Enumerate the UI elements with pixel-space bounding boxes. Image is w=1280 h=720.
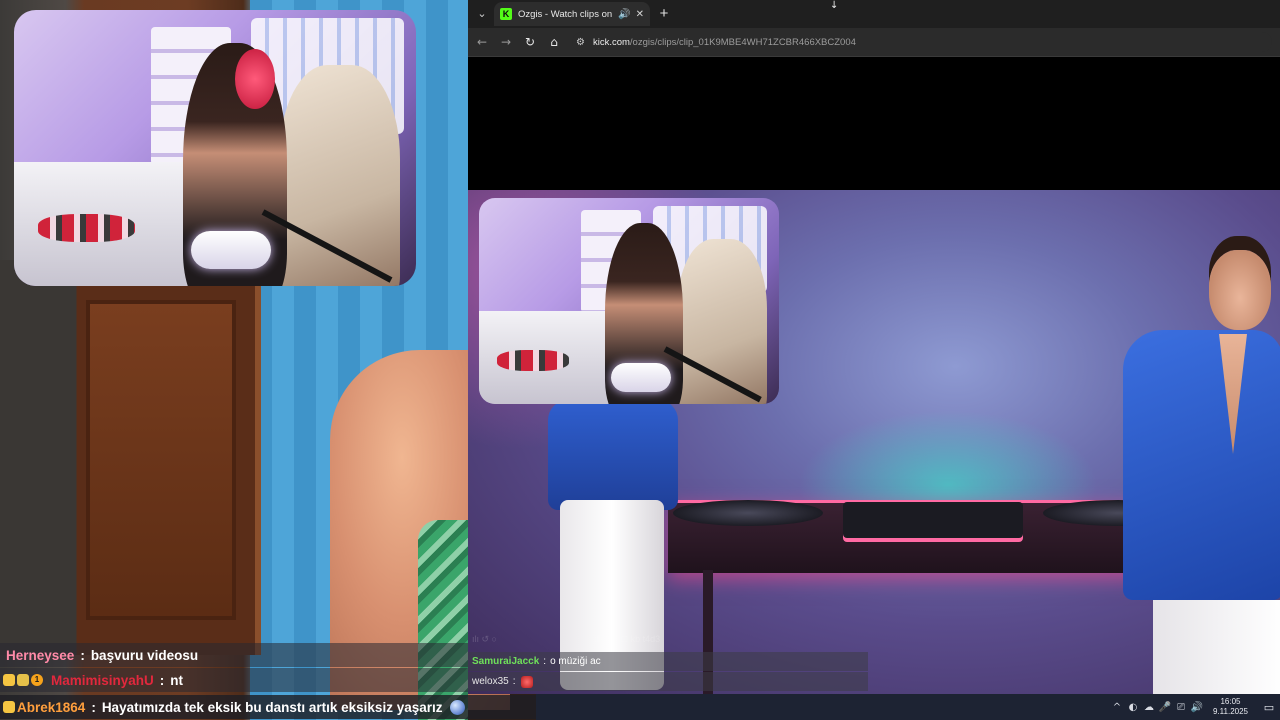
clip-streamer-webcam: [479, 198, 779, 404]
chat-message: Abrek1864 : Hayatımızda tek eksik bu dan…: [0, 695, 536, 719]
windows-taskbar: ^ ◐ ☁ 🎤 ⎚ 🔊 16:05 9.11.2025 ▭: [536, 694, 1280, 720]
chat-username: Abrek1864: [17, 699, 86, 715]
screen: ⌄ K Ozgis - Watch clips on Kick 🔊 ✕ + ↓ …: [0, 0, 1280, 720]
door-panel: [86, 300, 236, 620]
chat-username: Herneysee: [6, 647, 75, 663]
gift-badge-icon: [3, 701, 15, 713]
volume-icon[interactable]: 🔊: [1189, 702, 1205, 713]
url-path: /ozgis/clips/clip_01K9MBE4WH71ZCBR466XBC…: [629, 36, 856, 48]
speaker-icon[interactable]: 🔊: [618, 9, 630, 20]
desk-items: [497, 350, 569, 372]
desk-items: [38, 214, 135, 242]
faded-chat-text: dkk ⊡ ⊡ kb t4d3: [594, 634, 661, 644]
streamer-webcam: [14, 10, 416, 286]
cloud-icon[interactable]: ☁: [1141, 702, 1157, 713]
microphone: [611, 362, 671, 392]
system-tray: ^ ◐ ☁ 🎤 ⎚ 🔊 16:05 9.11.2025 ▭: [1109, 694, 1280, 720]
chat-text: nt: [170, 672, 184, 688]
kick-favicon-icon: K: [500, 8, 512, 20]
chat-message: 1 MamimisinyahU : nt: [0, 668, 468, 692]
stream-chat-overlay: Herneysee : başvuru videosu 1 Mamimisiny…: [0, 642, 536, 720]
turntable-left: [673, 500, 823, 526]
url-domain: kick.com: [592, 36, 630, 48]
browser-window: ⌄ K Ozgis - Watch clips on Kick 🔊 ✕ + ↓ …: [468, 0, 1280, 190]
back-button[interactable]: ←: [472, 32, 492, 52]
reload-button[interactable]: ↻: [520, 32, 540, 52]
clock-date: 9.11.2025: [1213, 707, 1248, 716]
address-bar[interactable]: ⚙ kick.com/ozgis/clips/clip_01K9MBE4WH71…: [572, 32, 1272, 52]
home-button[interactable]: ⌂: [544, 32, 564, 52]
blue-shirt: [1123, 330, 1280, 600]
chat-message: Herneysee : başvuru videosu: [0, 643, 468, 667]
forward-button[interactable]: →: [496, 32, 516, 52]
microphone-icon[interactable]: 🎤: [1157, 702, 1173, 713]
subscriber-badge-icon: 1: [31, 674, 43, 686]
dancer-right: [1123, 230, 1280, 694]
url-text: kick.com/ozgis/clips/clip_01K9MBE4WH71ZC…: [593, 37, 856, 48]
crown-badge-icon: [17, 674, 29, 686]
tab-kick-clip[interactable]: K Ozgis - Watch clips on Kick 🔊 ✕: [494, 2, 650, 26]
dj-mixer: [843, 502, 1023, 542]
close-tab-icon[interactable]: ✕: [636, 9, 644, 20]
chat-username: MamimisinyahU: [51, 672, 154, 688]
site-info-icon[interactable]: ⚙: [576, 37, 585, 48]
blue-shirt: [548, 400, 678, 510]
white-pants: [1153, 600, 1280, 694]
tab-title: Ozgis - Watch clips on Kick: [518, 8, 613, 20]
show-hidden-icons-icon[interactable]: ^: [1109, 702, 1125, 713]
microphone: [190, 230, 272, 270]
tab-search-dropdown-icon[interactable]: ⌄: [472, 4, 492, 24]
new-tab-button[interactable]: +: [654, 4, 674, 24]
chat-text: o müziği ac: [550, 656, 601, 667]
app-tray-icon[interactable]: ◐: [1125, 702, 1141, 713]
gift-badge-icon: [3, 674, 15, 686]
notifications-icon[interactable]: ▭: [1258, 701, 1280, 714]
clock[interactable]: 16:05 9.11.2025: [1213, 697, 1248, 717]
tab-strip: ⌄ K Ozgis - Watch clips on Kick 🔊 ✕ + ↓: [468, 0, 1280, 29]
clock-time: 16:05: [1220, 697, 1241, 706]
chat-text: Hayatımızda tek eksik bu danstı artık ek…: [101, 699, 443, 715]
globe-emote-icon: [450, 699, 466, 715]
network-icon[interactable]: ⎚: [1173, 702, 1189, 713]
browser-toolbar: ← → ↻ ⌂ ⚙ kick.com/ozgis/clips/clip_01K9…: [468, 28, 1280, 57]
dancer-head: [1209, 250, 1271, 330]
chat-text: başvuru videosu: [90, 647, 199, 663]
mouse-cursor-icon: ↓: [830, 0, 839, 11]
